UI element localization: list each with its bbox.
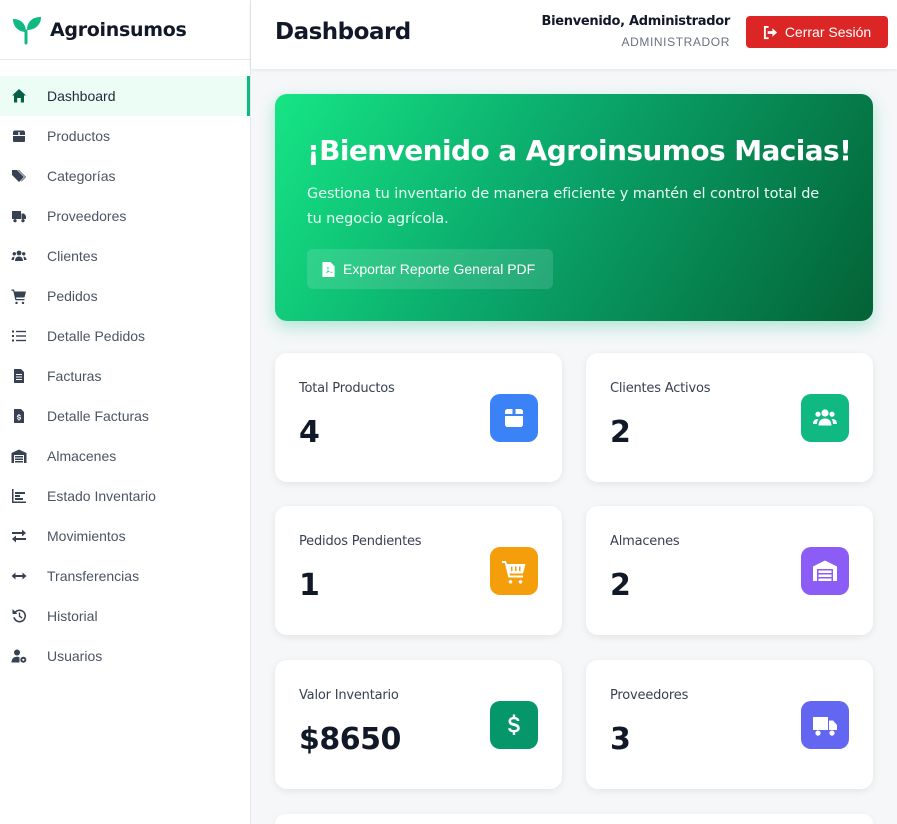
sign-out-icon: [763, 25, 777, 39]
stat-value: 3: [610, 722, 631, 757]
list-icon: [10, 327, 28, 345]
dollar-icon: [490, 701, 538, 749]
warehouse-icon: [10, 447, 28, 465]
warehouse-icon: [801, 547, 849, 595]
sidebar-item-almacenes[interactable]: Almacenes: [0, 436, 250, 476]
sidebar-item-label: Detalle Pedidos: [47, 328, 146, 344]
tags-icon: [10, 167, 28, 185]
sidebar-item-productos[interactable]: Productos: [0, 116, 250, 156]
sidebar-item-label: Historial: [47, 608, 98, 624]
stat-label: Pedidos Pendientes: [299, 534, 422, 549]
brand-name: Agroinsumos: [50, 18, 187, 41]
user-role: ADMINISTRADOR: [621, 35, 730, 49]
sidebar-item-label: Dashboard: [47, 88, 116, 104]
sidebar-item-label: Proveedores: [47, 208, 127, 224]
stat-value: 1: [299, 568, 320, 603]
page-title: Dashboard: [275, 19, 411, 45]
stat-card-proveedores[interactable]: Proveedores 3: [586, 660, 873, 789]
sidebar-item-label: Transferencias: [47, 568, 140, 584]
truck-icon: [10, 207, 28, 225]
cart-icon: [10, 287, 28, 305]
welcome-title: ¡Bienvenido a Agroinsumos Macias!: [307, 134, 852, 167]
stat-card-valor-inventario[interactable]: Valor Inventario $8650: [275, 660, 562, 789]
stat-value: $8650: [299, 722, 401, 757]
stat-label: Valor Inventario: [299, 688, 399, 703]
invoice-icon: [10, 367, 28, 385]
cart-icon: [490, 547, 538, 595]
sidebar-item-label: Facturas: [47, 368, 102, 384]
arrows-h-icon: [10, 567, 28, 585]
stat-card-clientes-activos[interactable]: Clientes Activos 2: [586, 353, 873, 482]
sidebar-item-label: Pedidos: [47, 288, 98, 304]
users-icon: [801, 394, 849, 442]
home-icon: [10, 87, 28, 105]
seedling-icon: [13, 16, 41, 44]
sidebar-item-estado-inventario[interactable]: Estado Inventario: [0, 476, 250, 516]
stat-label: Total Productos: [299, 381, 395, 396]
sidebar-item-label: Categorías: [47, 168, 116, 184]
app: Agroinsumos Dashboard Productos Categorí…: [0, 0, 897, 824]
stat-label: Proveedores: [610, 688, 689, 703]
stat-card-pedidos-pendientes[interactable]: Pedidos Pendientes 1: [275, 506, 562, 635]
sidebar-item-detalle-pedidos[interactable]: Detalle Pedidos: [0, 316, 250, 356]
chart-bar-icon: [10, 487, 28, 505]
export-pdf-label: Exportar Reporte General PDF: [343, 261, 536, 277]
sidebar-item-proveedores[interactable]: Proveedores: [0, 196, 250, 236]
sidebar-item-dashboard[interactable]: Dashboard: [0, 76, 250, 116]
sidebar-item-label: Movimientos: [47, 528, 126, 544]
stat-label: Clientes Activos: [610, 381, 711, 396]
stat-value: 2: [610, 415, 631, 450]
box-icon: [10, 127, 28, 145]
sidebar-item-historial[interactable]: Historial: [0, 596, 250, 636]
history-icon: [10, 607, 28, 625]
user-cog-icon: [10, 647, 28, 665]
export-pdf-button[interactable]: Exportar Reporte General PDF: [307, 249, 553, 289]
sidebar-item-detalle-facturas[interactable]: Detalle Facturas: [0, 396, 250, 436]
stat-value: 4: [299, 415, 320, 450]
welcome-banner: ¡Bienvenido a Agroinsumos Macias! Gestio…: [275, 94, 873, 321]
invoice-dollar-icon: [10, 407, 28, 425]
sidebar-item-facturas[interactable]: Facturas: [0, 356, 250, 396]
sidebar: Agroinsumos Dashboard Productos Categorí…: [0, 0, 251, 824]
users-icon: [10, 247, 28, 265]
box-icon: [490, 394, 538, 442]
sidebar-item-label: Usuarios: [47, 648, 103, 664]
stat-value: 2: [610, 568, 631, 603]
sidebar-item-label: Clientes: [47, 248, 98, 264]
sidebar-item-pedidos[interactable]: Pedidos: [0, 276, 250, 316]
stat-card-almacenes[interactable]: Almacenes 2: [586, 506, 873, 635]
brand[interactable]: Agroinsumos: [0, 0, 250, 60]
logout-label: Cerrar Sesión: [784, 24, 872, 40]
stat-card-total-productos[interactable]: Total Productos 4: [275, 353, 562, 482]
next-section-card: [275, 814, 873, 824]
truck-icon: [801, 701, 849, 749]
user-info: Bienvenido, Administrador ADMINISTRADOR: [541, 14, 730, 49]
sidebar-item-transferencias[interactable]: Transferencias: [0, 556, 250, 596]
user-greeting: Bienvenido, Administrador: [541, 14, 730, 29]
top-header: Dashboard Bienvenido, Administrador ADMI…: [251, 0, 897, 69]
sidebar-item-categorias[interactable]: Categorías: [0, 156, 250, 196]
sidebar-item-movimientos[interactable]: Movimientos: [0, 516, 250, 556]
sidebar-item-usuarios[interactable]: Usuarios: [0, 636, 250, 676]
logout-button[interactable]: Cerrar Sesión: [746, 16, 888, 48]
stat-label: Almacenes: [610, 534, 680, 549]
sidebar-item-label: Productos: [47, 128, 111, 144]
sidebar-nav: Dashboard Productos Categorías Proveedor…: [0, 76, 250, 676]
sidebar-item-label: Detalle Facturas: [47, 408, 149, 424]
welcome-subtitle: Gestiona tu inventario de manera eficien…: [307, 186, 820, 227]
sidebar-item-label: Estado Inventario: [47, 488, 156, 504]
sidebar-item-clientes[interactable]: Clientes: [0, 236, 250, 276]
sidebar-item-label: Almacenes: [47, 448, 117, 464]
file-pdf-icon: [322, 261, 335, 277]
exchange-icon: [10, 527, 28, 545]
